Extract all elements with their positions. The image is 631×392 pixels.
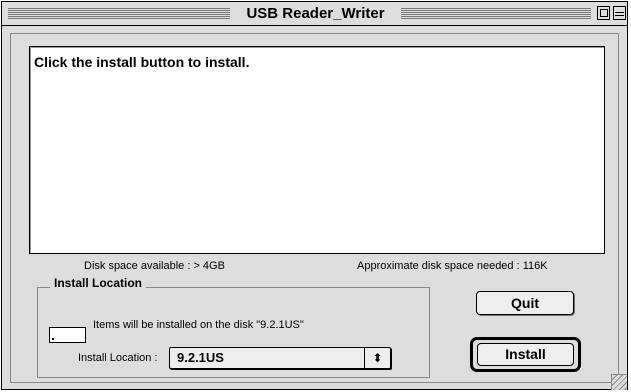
install-button[interactable]: Install bbox=[477, 343, 574, 366]
install-location-group-label: Install Location bbox=[50, 276, 147, 290]
message-area: Click the install button to install. bbox=[29, 46, 605, 254]
disk-space-available: Disk space available : > 4GB bbox=[84, 260, 225, 272]
title-bar-stripes-left bbox=[8, 8, 230, 19]
quit-button[interactable]: Quit bbox=[476, 291, 574, 315]
installer-window: USB Reader_Writer Click the install butt… bbox=[1, 1, 628, 390]
title-bar[interactable]: USB Reader_Writer bbox=[2, 2, 627, 26]
up-down-arrows-icon: ⬍ bbox=[364, 348, 390, 368]
windowshade-box-icon[interactable] bbox=[613, 6, 626, 20]
install-target-text: Items will be installed on the disk "9.2… bbox=[93, 319, 304, 331]
disk-icon bbox=[49, 327, 86, 343]
resize-grip-icon[interactable] bbox=[611, 374, 627, 390]
install-location-label: Install Location : bbox=[78, 352, 158, 364]
install-button-default-ring[interactable]: Install bbox=[470, 337, 581, 372]
message-text: Click the install button to install. bbox=[34, 54, 250, 70]
install-location-value: 9.2.1US bbox=[177, 350, 224, 365]
disk-space-needed: Approximate disk space needed : 116K bbox=[357, 260, 548, 272]
zoom-box-icon[interactable] bbox=[597, 6, 610, 20]
title-bar-stripes-right bbox=[401, 8, 591, 19]
window-title: USB Reader_Writer bbox=[230, 3, 401, 25]
install-location-popup[interactable]: 9.2.1US ⬍ bbox=[169, 347, 391, 369]
